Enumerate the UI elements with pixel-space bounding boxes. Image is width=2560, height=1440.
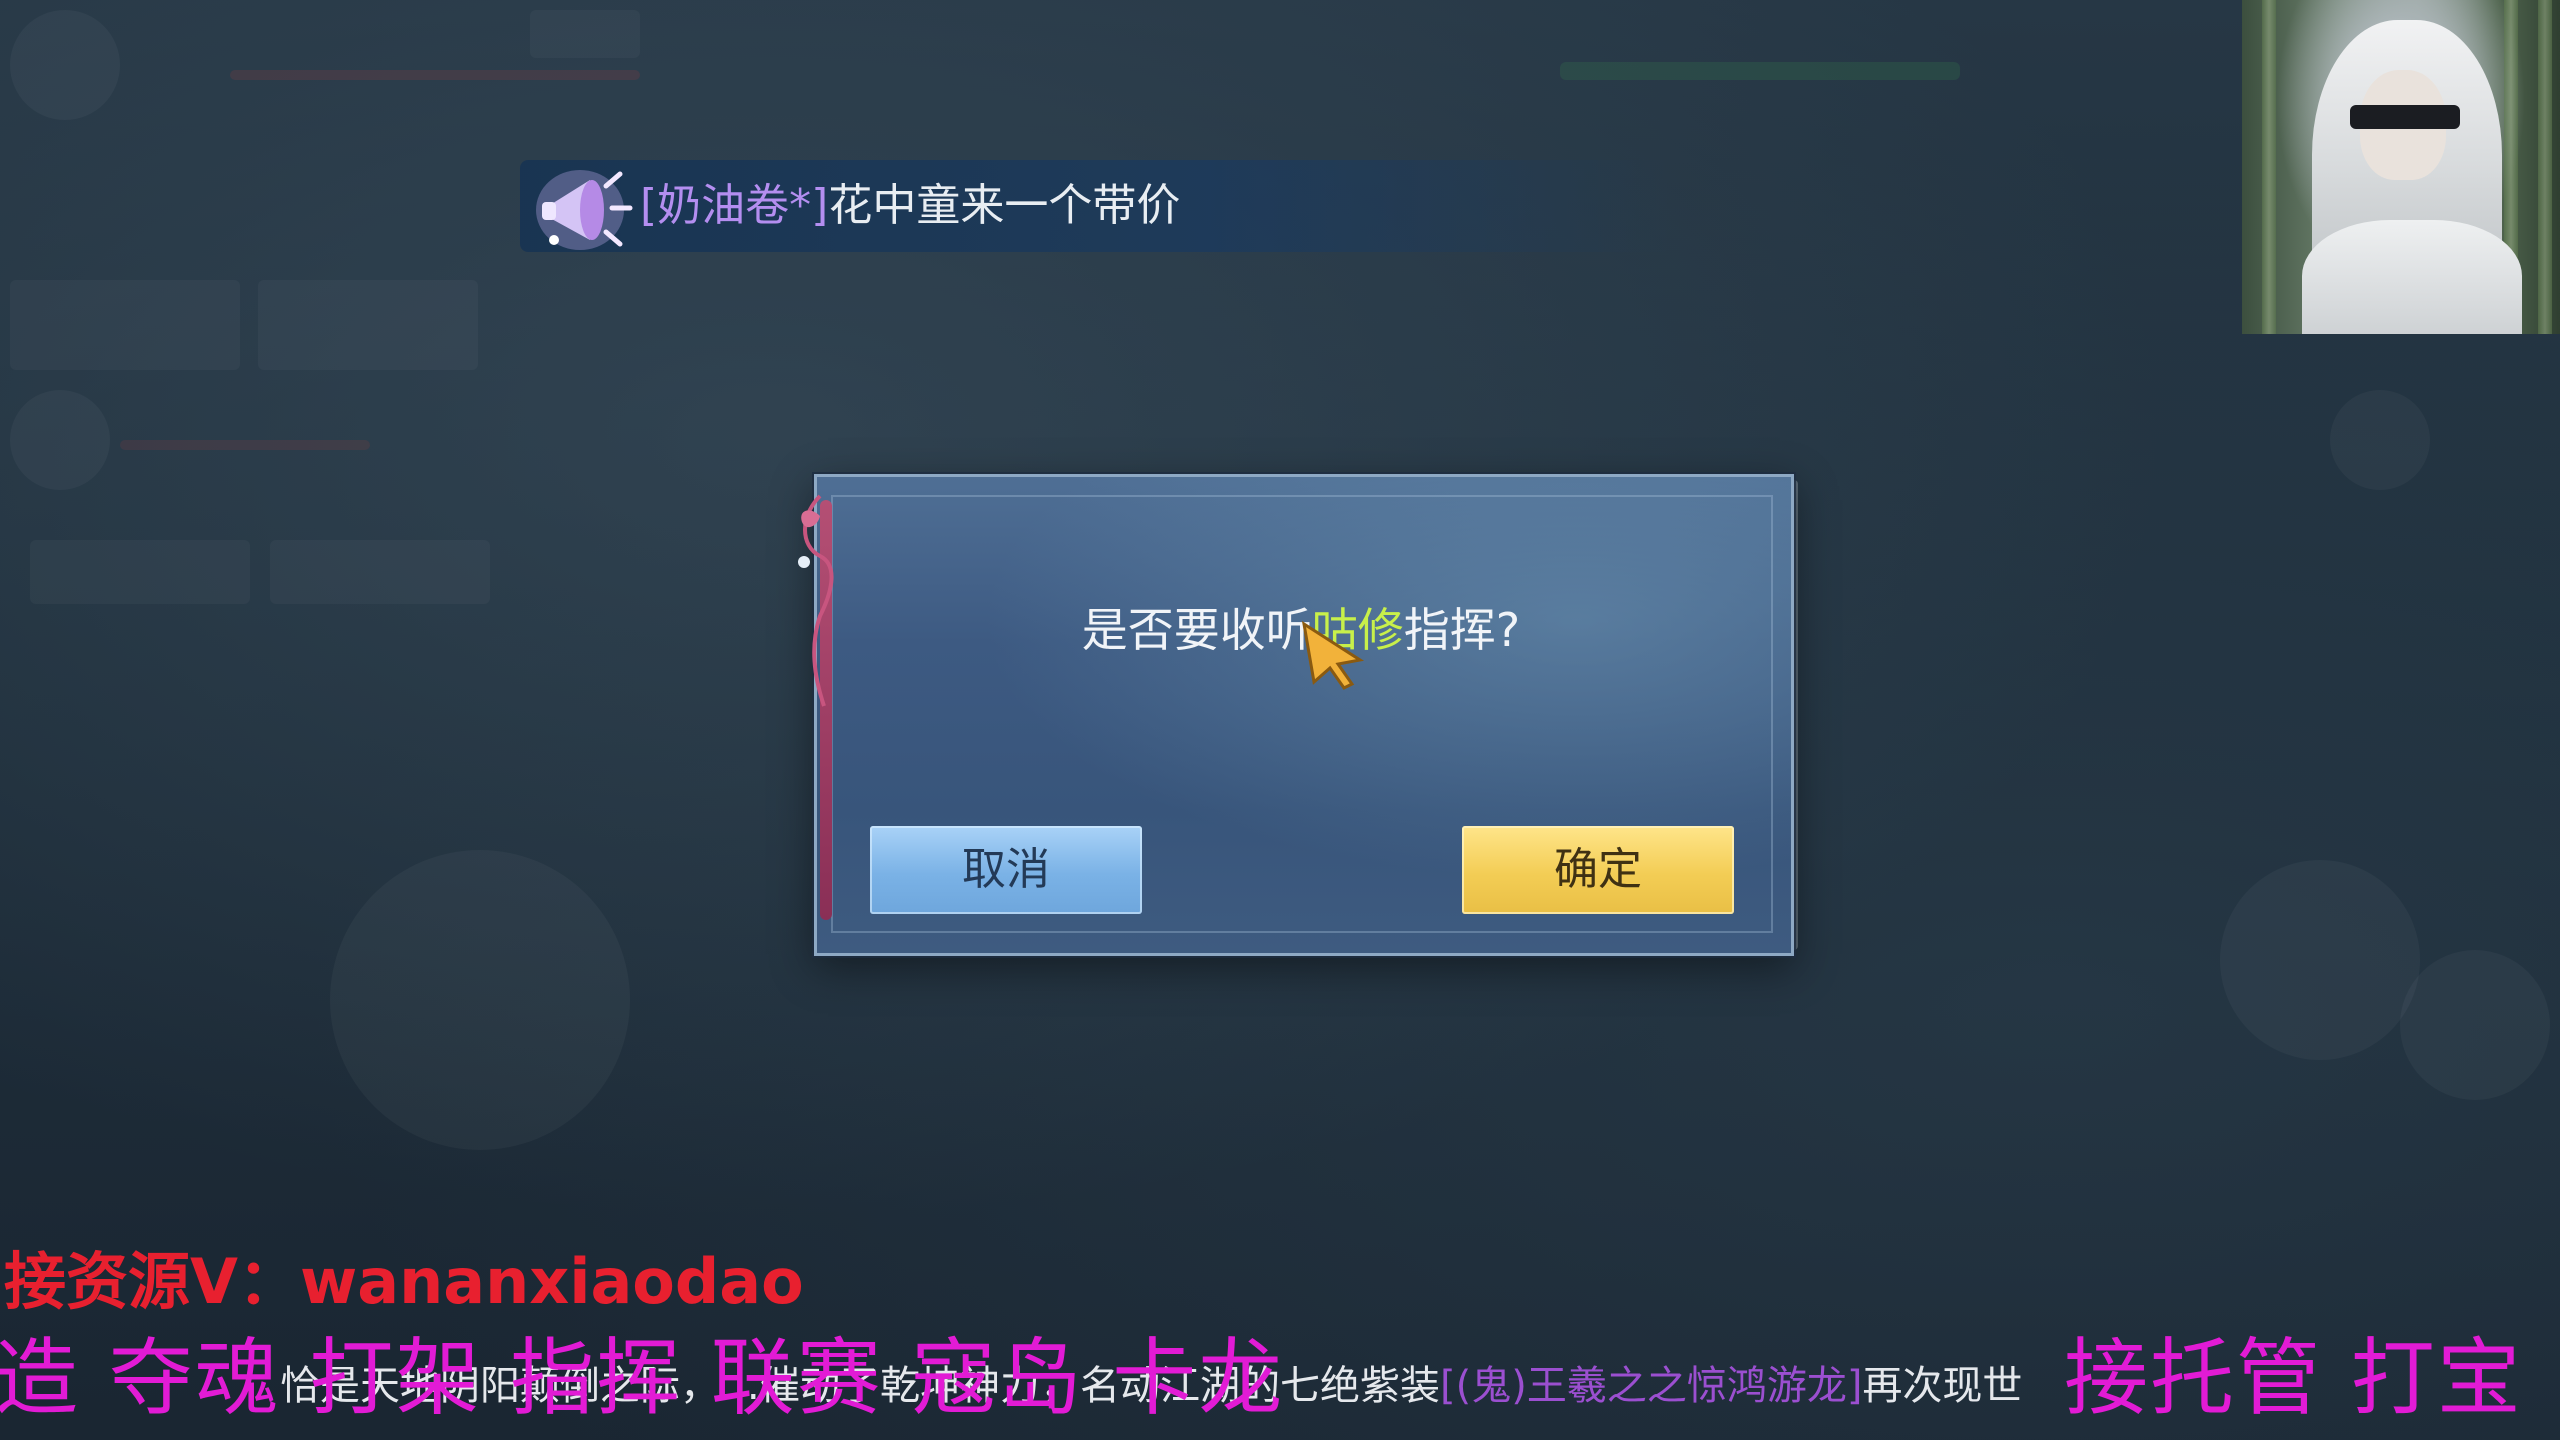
message-suffix: 指挥? [1403, 603, 1521, 657]
contact-watermark: 接资源V：wananxiaodao [4, 1245, 804, 1318]
blindfold-icon [2350, 105, 2460, 129]
skill-wheel-ghost [2220, 860, 2420, 1060]
teammate-avatar-ghost [10, 390, 110, 490]
message-prefix: 是否要收听 [1081, 603, 1312, 657]
level-badge-ghost [530, 10, 640, 58]
streamer-portrait [2242, 0, 2560, 334]
cancel-button[interactable]: 取消 [870, 826, 1142, 914]
broadcast-message: [奶油卷*]花中童来一个带价 [640, 180, 1180, 232]
services-watermark-right: 接托管 打宝 [2064, 1329, 2523, 1427]
map-button-ghost [2330, 390, 2430, 490]
broadcast-sender[interactable]: [奶油卷*] [640, 180, 828, 231]
broadcast-text: 花中童来一个带价 [828, 180, 1181, 231]
subtitle-part: 再次现世 [1862, 1363, 2023, 1409]
skill-slot-ghost [258, 280, 478, 370]
player-avatar-ghost [10, 10, 120, 120]
game-screen: [奶油卷*]花中童来一个带价 是否要收听咕修指挥? 取消 确定 接资源V：wan… [0, 0, 2560, 1440]
hud-button-ghost [270, 540, 490, 604]
confirm-button[interactable]: 确定 [1462, 826, 1734, 914]
megaphone-icon [520, 150, 640, 260]
services-watermark-left: 造 夺魂 打架 指挥 联赛 寇岛 卡龙 [0, 1329, 1285, 1427]
subtitle-item-name: [(鬼)王羲之之惊鸿游龙] [1440, 1363, 1863, 1409]
player-hp-ghost [230, 70, 640, 80]
joystick-ghost [330, 850, 630, 1150]
hud-button-ghost [30, 540, 250, 604]
arrow-cursor-icon [1300, 620, 1370, 690]
teammate-hp-ghost [120, 440, 370, 450]
target-hp-ghost [1560, 62, 1960, 80]
skill-slot-ghost [10, 280, 240, 370]
skill-wheel-ghost [2400, 950, 2550, 1100]
